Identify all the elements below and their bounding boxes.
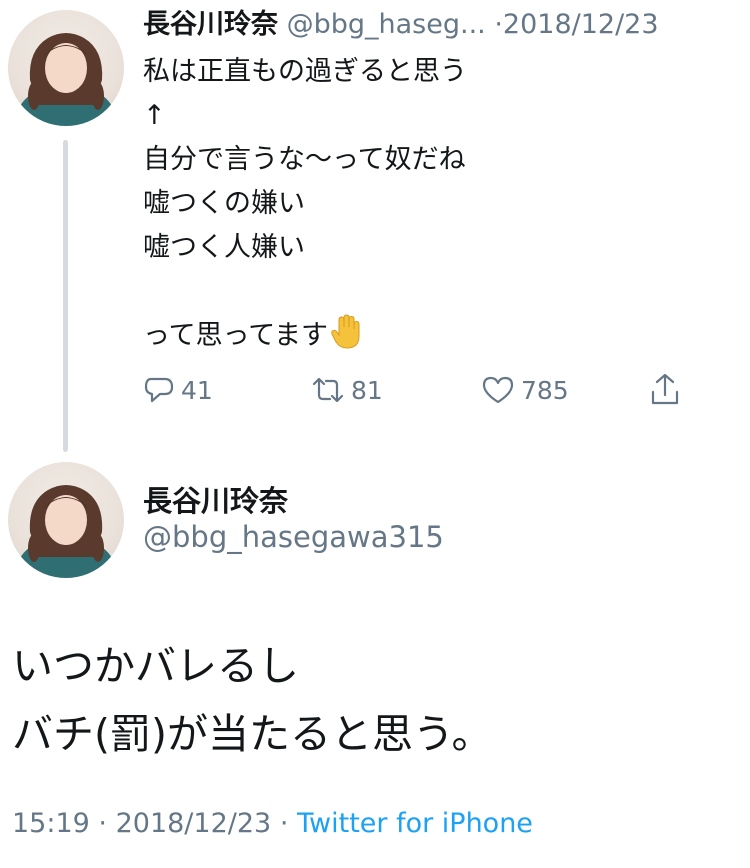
thread-line (63, 140, 68, 452)
share-icon (651, 373, 679, 405)
share-button[interactable] (649, 370, 681, 410)
tweet-date[interactable]: 2018/12/23 (503, 9, 659, 40)
tweet1-header: 長谷川玲奈 @bbg_haseg... ·2018/12/23 (143, 8, 743, 42)
tweet-line: って思ってます (143, 320, 328, 351)
retweet-button[interactable]: 81 (311, 370, 383, 410)
tweet-line: 嘘つくの嫌い (143, 188, 305, 219)
client-link[interactable]: Twitter for iPhone (297, 808, 533, 839)
avatar-photo (18, 33, 114, 126)
tweet-line: バチ(罰)が当たると思う。 (12, 710, 493, 758)
tweet2-meta: 15:19 · 2018/12/23 · Twitter for iPhone (12, 808, 533, 839)
tweet-line: 自分で言うな〜って奴だね (143, 144, 466, 175)
avatar-photo (18, 485, 114, 578)
raised-hand-emoji (331, 314, 360, 349)
meta-separator: · (98, 808, 107, 839)
tweet-line-last: って思ってます (143, 314, 467, 358)
header-separator: · (494, 9, 503, 40)
author-handle[interactable]: @bbg_hasegawa315 (143, 520, 444, 554)
author-handle[interactable]: @bbg_haseg... (287, 9, 486, 40)
avatar[interactable] (8, 462, 124, 578)
avatar[interactable] (8, 10, 124, 126)
retweet-icon (312, 377, 344, 403)
tweet1-actions: 41 81 785 (143, 370, 703, 410)
reply-icon (144, 377, 174, 403)
retweet-count: 81 (351, 375, 383, 405)
like-button[interactable]: 785 (481, 370, 569, 410)
like-count: 785 (521, 375, 569, 405)
tweet-line: 嘘つく人嫌い (143, 232, 305, 263)
tweet-line: 私は正直もの過ぎると思う (143, 56, 467, 87)
meta-separator: · (279, 808, 289, 839)
tweet-time: 15:19 (12, 808, 90, 839)
tweet2-text: いつかバレるし バチ(罰)が当たると思う。 (12, 632, 493, 768)
heart-icon (482, 376, 514, 404)
tweet-line: いつかバレるし (12, 642, 299, 690)
tweet-line: ↑ (143, 100, 166, 131)
tweet-date: 2018/12/23 (115, 808, 272, 839)
reply-button[interactable]: 41 (143, 370, 213, 410)
author-name[interactable]: 長谷川玲奈 (143, 478, 288, 520)
author-name[interactable]: 長谷川玲奈 (143, 9, 278, 40)
tweet1-text: 私は正直もの過ぎると思う ↑ 自分で言うな〜って奴だね 嘘つくの嫌い 嘘つく人嫌い って思… (143, 50, 467, 358)
reply-count: 41 (181, 375, 213, 405)
